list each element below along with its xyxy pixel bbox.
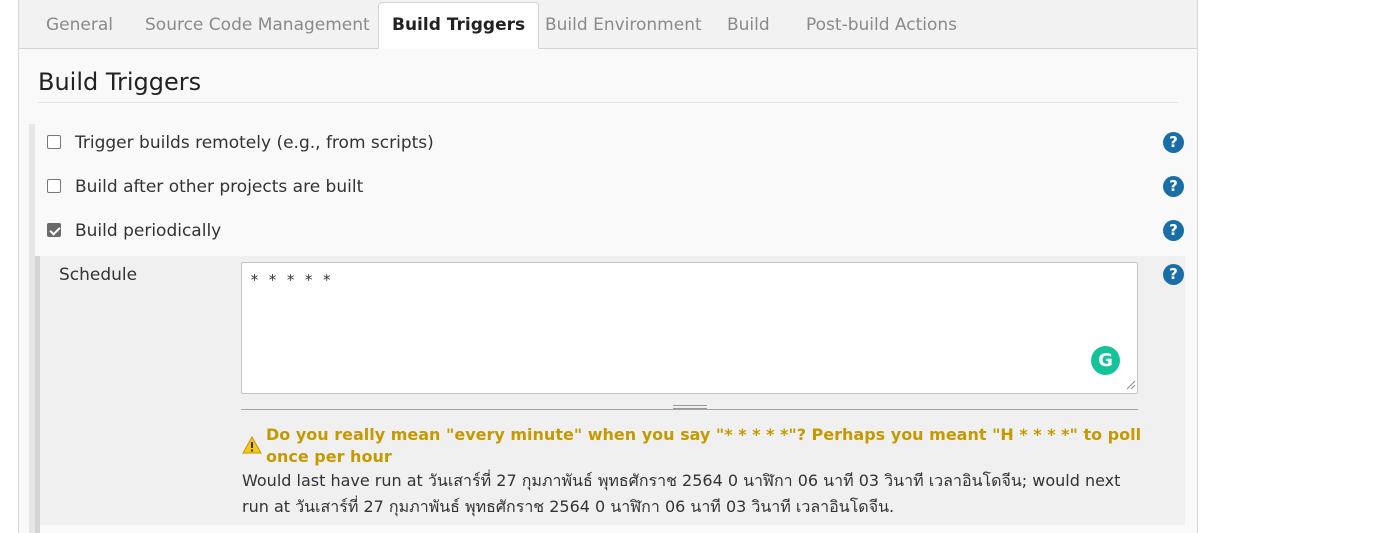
trigger-remote-checkbox[interactable] <box>47 135 61 149</box>
schedule-warning-text: Do you really mean "every minute" when y… <box>266 425 1142 466</box>
tab-build[interactable]: Build <box>727 0 770 48</box>
warning-icon <box>242 436 262 454</box>
help-icon[interactable]: ? <box>1163 220 1184 241</box>
tab-build-environment[interactable]: Build Environment <box>545 0 702 48</box>
splitter-handle-icon[interactable] <box>673 405 707 409</box>
job-config-panel: General Source Code Management Build Tri… <box>18 0 1198 533</box>
nested-indent-bar <box>35 256 40 533</box>
schedule-textarea[interactable]: * * * * * <box>241 262 1138 394</box>
config-tab-bar: General Source Code Management Build Tri… <box>19 0 1197 49</box>
grammarly-icon[interactable]: G <box>1091 346 1120 375</box>
help-icon[interactable]: ? <box>1163 132 1184 153</box>
help-icon[interactable]: ? <box>1163 176 1184 197</box>
schedule-run-info: Would last have run at วันเสาร์ที่ 27 กุ… <box>242 471 1121 516</box>
schedule-label: Schedule <box>59 265 138 285</box>
section-divider <box>38 102 1178 103</box>
section-title: Build Triggers <box>38 68 202 96</box>
trigger-remote-label[interactable]: Trigger builds remotely (e.g., from scri… <box>75 133 434 153</box>
resize-grip-icon[interactable] <box>1126 380 1136 390</box>
trigger-periodic-checkbox[interactable] <box>47 223 61 237</box>
tab-post-build-actions[interactable]: Post-build Actions <box>806 0 957 48</box>
textarea-resize-splitter[interactable] <box>241 405 1138 410</box>
trigger-periodic-label[interactable]: Build periodically <box>75 221 221 241</box>
trigger-after-other-label[interactable]: Build after other projects are built <box>75 177 363 197</box>
help-icon[interactable]: ? <box>1163 264 1184 285</box>
tab-build-triggers[interactable]: Build Triggers <box>378 2 540 49</box>
tab-general[interactable]: General <box>46 0 113 48</box>
tab-source-code-management[interactable]: Source Code Management <box>145 0 370 48</box>
trigger-after-other-checkbox[interactable] <box>47 179 61 193</box>
